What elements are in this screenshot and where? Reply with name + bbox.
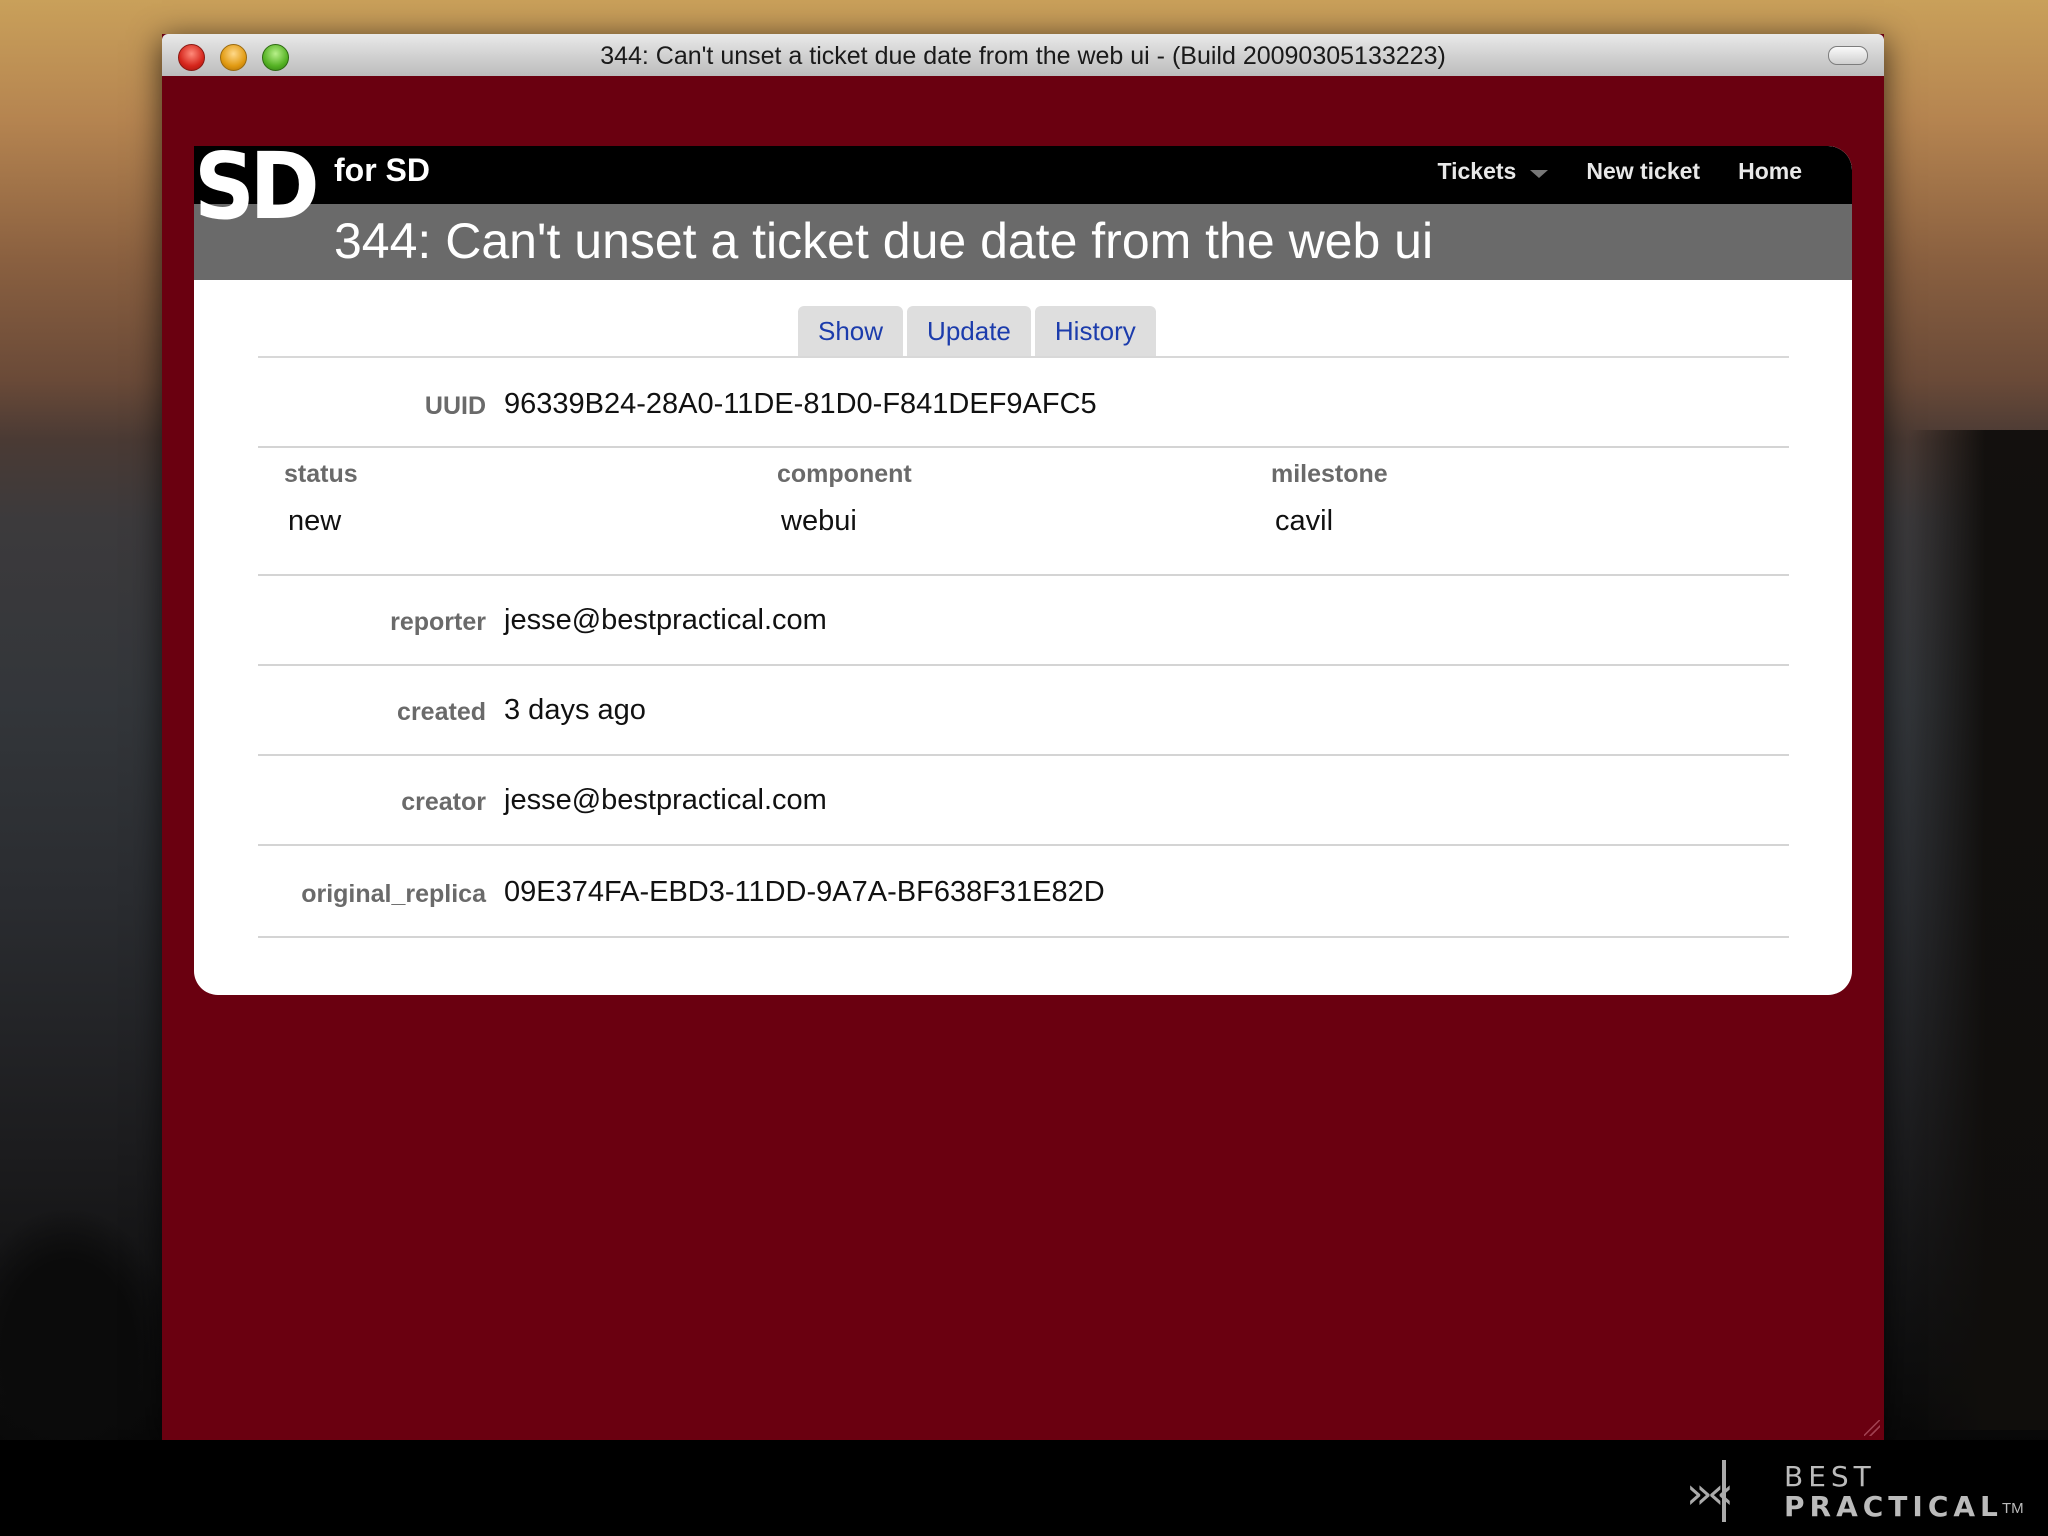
field-value-creator: jesse@bestpractical.com: [504, 784, 827, 816]
nav-tickets[interactable]: Tickets: [1437, 158, 1549, 185]
toolbar-toggle-button[interactable]: [1828, 46, 1868, 65]
field-label-uuid: UUID: [424, 392, 486, 420]
sd-logo[interactable]: SD: [194, 146, 320, 233]
window-titlebar[interactable]: 344: Can't unset a ticket due date from …: [162, 34, 1884, 77]
field-row-uuid: UUID 96339B24-28A0-11DE-81D0-F841DEF9AFC…: [258, 358, 1789, 448]
desktop-silhouette: [1908, 430, 2048, 1430]
field-label-milestone: milestone: [1271, 460, 1388, 488]
tab-update[interactable]: Update: [907, 306, 1031, 356]
main-nav: Tickets New ticket Home: [1399, 158, 1802, 185]
tab-show[interactable]: Show: [798, 306, 904, 356]
milestone-field: milestone cavil: [1271, 460, 1388, 538]
field-label-component: component: [777, 460, 912, 488]
field-value-milestone: cavil: [1275, 505, 1334, 537]
app-header: for SD Tickets New ticket Home: [194, 146, 1852, 204]
field-row-properties: status new component webui milestone cav…: [258, 448, 1789, 576]
window-resize-grip[interactable]: [1864, 1420, 1880, 1436]
field-row-created: created 3 days ago: [258, 666, 1789, 756]
window-title: 344: Can't unset a ticket due date from …: [600, 42, 1446, 70]
field-value-status: new: [288, 505, 342, 537]
field-value-component: webui: [781, 505, 857, 537]
component-field: component webui: [777, 460, 912, 538]
field-label-status: status: [284, 460, 358, 488]
field-row-reporter: reporter jesse@bestpractical.com: [258, 576, 1789, 666]
field-value-created: 3 days ago: [504, 694, 646, 726]
nav-home[interactable]: Home: [1738, 158, 1802, 185]
chevron-down-icon: [1530, 169, 1549, 178]
field-label-original-replica: original_replica: [301, 880, 486, 908]
brand-trademark: TM: [2002, 1500, 2024, 1517]
browser-window: 344: Can't unset a ticket due date from …: [162, 34, 1884, 1440]
status-field: status new: [284, 460, 358, 538]
field-label-created: created: [397, 698, 486, 726]
field-label-reporter: reporter: [390, 608, 486, 636]
field-label-creator: creator: [401, 788, 486, 816]
close-window-button[interactable]: [178, 44, 205, 71]
brand-word-practical: PRACTICAL: [1784, 1490, 2003, 1523]
field-value-reporter: jesse@bestpractical.com: [504, 604, 827, 636]
minimize-window-button[interactable]: [220, 44, 247, 71]
app-name: for SD: [334, 152, 430, 188]
field-row-original-replica: original_replica 09E374FA-EBD3-11DD-9A7A…: [258, 846, 1789, 938]
web-content: for SD Tickets New ticket Home 344: Can'…: [162, 76, 1884, 1440]
field-value-uuid: 96339B24-28A0-11DE-81D0-F841DEF9AFC5: [504, 388, 1097, 420]
brand-word-best: BEST: [1784, 1460, 1876, 1493]
ticket-tabs: Show Update History: [798, 306, 1160, 356]
ticket-card: for SD Tickets New ticket Home 344: Can'…: [194, 146, 1852, 995]
best-practical-logo: »« BEST PRACTICAL TM: [1686, 1460, 2026, 1523]
desktop-bushes: [0, 1210, 170, 1440]
field-row-creator: creator jesse@bestpractical.com: [258, 756, 1789, 846]
zoom-window-button[interactable]: [262, 44, 289, 71]
nav-tickets-label: Tickets: [1437, 158, 1517, 184]
page-title: 344: Can't unset a ticket due date from …: [334, 213, 1434, 269]
logo-bar: [1722, 1460, 1726, 1522]
tab-history[interactable]: History: [1034, 306, 1156, 356]
nav-new-ticket[interactable]: New ticket: [1586, 158, 1700, 185]
field-value-original-replica: 09E374FA-EBD3-11DD-9A7A-BF638F31E82D: [504, 876, 1105, 908]
title-band: 344: Can't unset a ticket due date from …: [194, 204, 1852, 280]
